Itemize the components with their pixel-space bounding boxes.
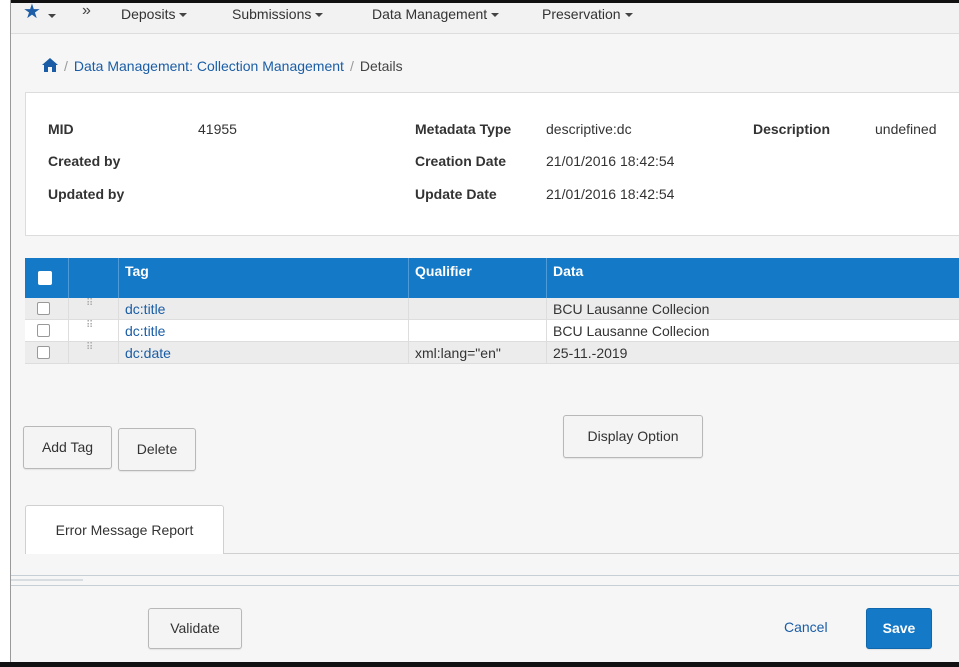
delete-button[interactable]: Delete (118, 428, 196, 471)
table-row: ⠿ dc:title BCU Lausanne Collecion (25, 320, 959, 342)
table-header: Tag Qualifier Data (25, 258, 959, 298)
row-checkbox[interactable] (37, 324, 50, 337)
drag-column-header (68, 258, 118, 298)
save-button[interactable]: Save (866, 608, 932, 649)
updated-by-label: Updated by (48, 186, 125, 202)
chevron-down-icon (315, 13, 324, 18)
breadcrumb-current: Details (359, 58, 403, 74)
tag-cell: dc:title (118, 298, 408, 320)
add-tag-button[interactable]: Add Tag (23, 426, 112, 469)
nav-menu-preservation[interactable]: Preservation (542, 6, 633, 22)
favorites-star-icon[interactable]: ★ (23, 1, 41, 23)
nav-menu-label: Preservation (542, 6, 621, 22)
metadata-type-label: Metadata Type (415, 121, 512, 137)
row-checkbox[interactable] (37, 302, 50, 315)
validate-button[interactable]: Validate (148, 608, 242, 649)
nav-menu-submissions[interactable]: Submissions (232, 6, 324, 22)
update-date-value: 21/01/2016 18:42:54 (546, 186, 675, 202)
nav-menu-label: Submissions (232, 6, 312, 22)
table-row: ⠿ dc:title BCU Lausanne Collecion (25, 298, 959, 320)
tab-bar-divider (224, 553, 959, 554)
metadata-type-value: descriptive:dc (546, 121, 632, 137)
table-row: ⠿ dc:date xml:lang="en" 25-11.-2019 (25, 342, 959, 364)
description-label: Description (753, 121, 831, 137)
update-date-label: Update Date (415, 186, 497, 202)
divider (11, 579, 83, 581)
more-menu-icon[interactable]: » (82, 2, 91, 20)
row-checkbox[interactable] (37, 346, 50, 359)
window-bottom-border (0, 662, 959, 667)
breadcrumb-link-collection-management[interactable]: Data Management: Collection Management (74, 58, 344, 74)
select-all-checkbox[interactable] (38, 271, 52, 285)
nav-menu-label: Data Management (372, 6, 488, 22)
nav-menu-deposits[interactable]: Deposits (121, 6, 188, 22)
column-header-tag[interactable]: Tag (118, 258, 408, 298)
creation-date-value: 21/01/2016 18:42:54 (546, 153, 675, 169)
description-value: undefined (875, 121, 937, 137)
divider (11, 575, 959, 576)
breadcrumb: / Data Management: Collection Management /… (58, 58, 403, 74)
chevron-down-icon (179, 13, 188, 18)
divider (11, 585, 959, 586)
drag-handle-icon[interactable]: ⠿ (86, 299, 94, 315)
breadcrumb-separator: / (349, 58, 354, 74)
drag-handle-icon[interactable]: ⠿ (86, 343, 94, 359)
tag-cell: dc:title (118, 320, 408, 342)
data-cell: BCU Lausanne Collecion (546, 298, 959, 320)
qualifier-cell (408, 298, 546, 320)
tab-error-message-report[interactable]: Error Message Report (25, 505, 224, 554)
mid-label: MID (48, 121, 74, 137)
chevron-down-icon (624, 13, 633, 18)
qualifier-cell (408, 320, 546, 342)
nav-menu-data-management[interactable]: Data Management (372, 6, 500, 22)
home-icon[interactable] (42, 58, 58, 72)
display-option-button[interactable]: Display Option (563, 415, 703, 458)
tag-cell: dc:date (118, 342, 408, 364)
data-cell: BCU Lausanne Collecion (546, 320, 959, 342)
column-header-qualifier[interactable]: Qualifier (408, 258, 546, 298)
mid-value: 41955 (198, 121, 237, 137)
tag-link[interactable]: dc:title (125, 301, 165, 317)
qualifier-cell: xml:lang="en" (408, 342, 546, 364)
cancel-button[interactable]: Cancel (784, 619, 828, 635)
left-panel-edge (0, 0, 11, 667)
data-cell: 25-11.-2019 (546, 342, 959, 364)
creation-date-label: Creation Date (415, 153, 507, 169)
created-by-label: Created by (48, 153, 121, 169)
favorites-chevron-down-icon[interactable] (48, 14, 56, 18)
column-header-data[interactable]: Data (546, 258, 959, 298)
chevron-down-icon (491, 13, 500, 18)
nav-menu-label: Deposits (121, 6, 176, 22)
details-panel: MID 41955 Created by Updated by Metadata… (25, 92, 959, 236)
tag-link[interactable]: dc:date (125, 345, 171, 361)
drag-handle-icon[interactable]: ⠿ (86, 321, 94, 337)
tag-link[interactable]: dc:title (125, 323, 165, 339)
breadcrumb-separator: / (64, 58, 68, 74)
